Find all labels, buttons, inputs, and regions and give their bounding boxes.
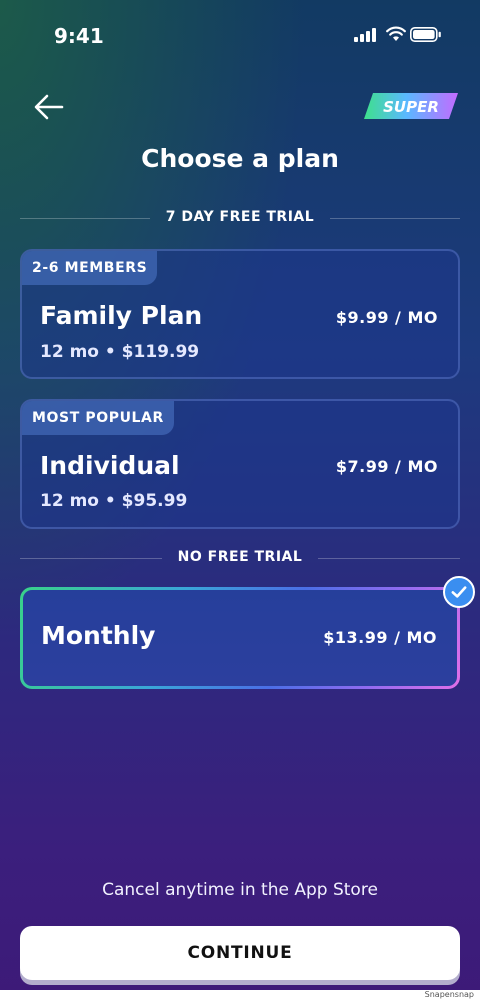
plan-name: Family Plan xyxy=(40,301,203,330)
plan-name: Individual xyxy=(40,451,180,480)
plan-price: $7.99 / MO xyxy=(335,457,438,476)
cellular-signal-icon xyxy=(354,28,376,42)
watermark-bar xyxy=(0,990,480,1000)
plan-billing-summary: 12 mo • $95.99 xyxy=(40,491,188,511)
status-time: 9:41 xyxy=(54,24,104,48)
plan-card-monthly[interactable]: Monthly $13.99 / MO xyxy=(20,587,460,689)
super-logo: SUPER xyxy=(364,93,458,119)
page-title: Choose a plan xyxy=(141,144,339,173)
cancel-anytime-note: Cancel anytime in the App Store xyxy=(102,880,378,900)
battery-icon xyxy=(410,27,441,42)
continue-button[interactable]: CONTINUE xyxy=(20,926,460,980)
plan-name: Monthly xyxy=(41,621,156,650)
back-arrow-icon[interactable] xyxy=(32,90,66,124)
plan-card-individual[interactable]: MOST POPULAR Individual 12 mo • $95.99 $… xyxy=(20,399,460,529)
no-trial-section-label: NO FREE TRIAL xyxy=(177,549,303,565)
trial-section-label: 7 DAY FREE TRIAL xyxy=(165,209,315,225)
selected-check-icon xyxy=(443,576,475,608)
plan-price: $13.99 / MO xyxy=(323,628,437,647)
wifi-icon xyxy=(386,26,406,41)
plan-card-family[interactable]: 2-6 MEMBERS Family Plan 12 mo • $119.99 … xyxy=(20,249,460,379)
plan-billing-summary: 12 mo • $119.99 xyxy=(40,342,200,362)
status-bar: 9:41 xyxy=(0,0,480,70)
plan-badge: 2-6 MEMBERS xyxy=(22,251,158,285)
plan-badge: MOST POPULAR xyxy=(22,401,174,435)
plan-price: $9.99 / MO xyxy=(335,308,438,327)
svg-text:SUPER: SUPER xyxy=(383,98,439,116)
watermark-text: Snapensnap xyxy=(424,990,474,999)
no-trial-section-divider: NO FREE TRIAL xyxy=(20,549,460,569)
trial-section-divider: 7 DAY FREE TRIAL xyxy=(20,209,460,229)
